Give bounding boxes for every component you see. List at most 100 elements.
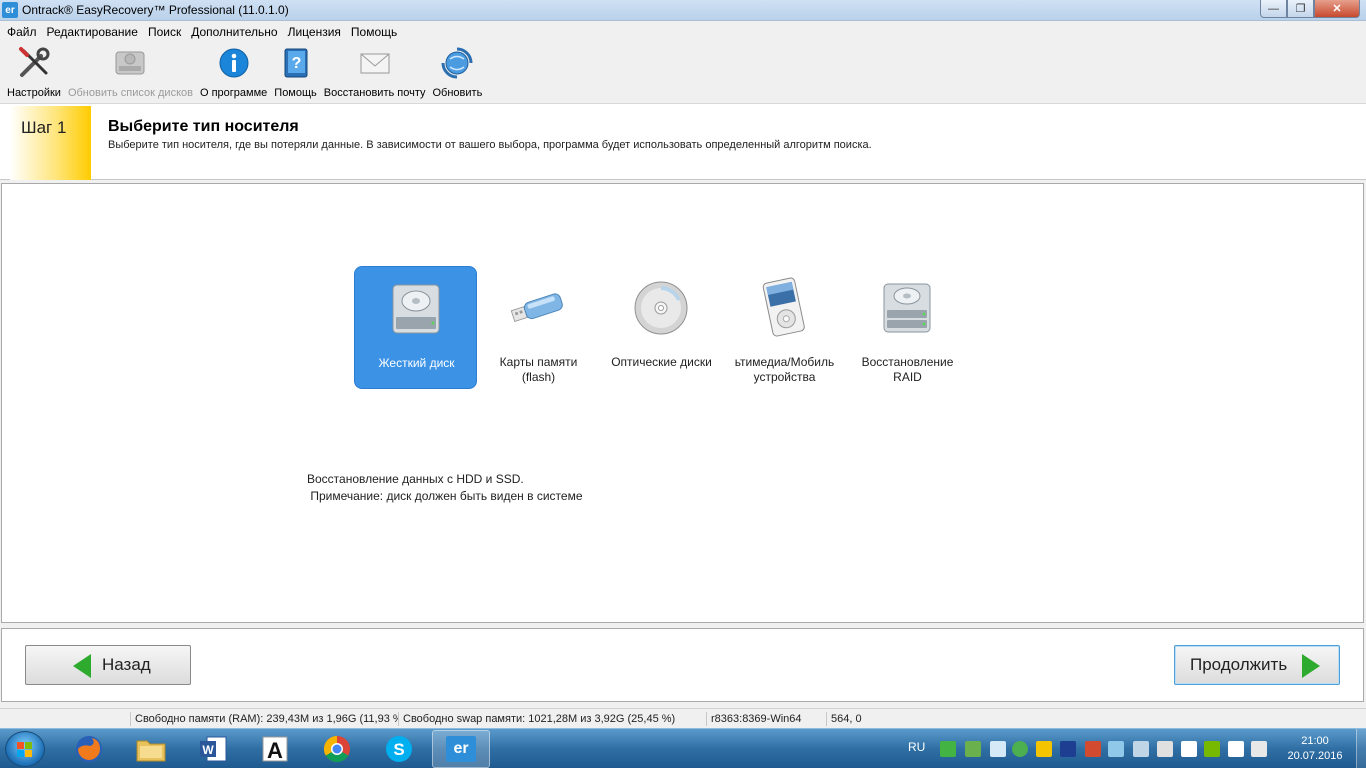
arrow-right-icon bbox=[1302, 654, 1320, 678]
continue-label: Продолжить bbox=[1190, 655, 1288, 674]
help-label: Помощь bbox=[274, 87, 317, 99]
close-button[interactable]: ✕ bbox=[1314, 0, 1360, 18]
media-player-icon bbox=[754, 277, 814, 338]
status-coords: 564, 0 bbox=[826, 712, 946, 726]
menu-search[interactable]: Поиск bbox=[143, 25, 186, 39]
toolbar: Настройки Обновить список дисков О прогр… bbox=[0, 42, 1366, 104]
taskbar-explorer[interactable] bbox=[122, 730, 180, 768]
taskbar-chrome[interactable] bbox=[308, 730, 366, 768]
menu-edit[interactable]: Редактирование bbox=[42, 25, 143, 39]
media-option-label: Восстановление RAID bbox=[861, 355, 954, 384]
media-option-raid[interactable]: Восстановление RAID bbox=[846, 266, 969, 389]
easyrecovery-icon: er bbox=[446, 736, 476, 762]
taskbar-firefox[interactable] bbox=[60, 730, 118, 768]
about-label: О программе bbox=[199, 87, 268, 99]
media-option-label: Оптические диски bbox=[611, 355, 712, 369]
taskbar-font-app[interactable]: A bbox=[246, 730, 304, 768]
menu-help[interactable]: Помощь bbox=[346, 25, 402, 39]
menu-bar: Файл Редактирование Поиск Дополнительно … bbox=[0, 21, 1366, 42]
back-label: Назад bbox=[102, 655, 151, 674]
taskbar: W A S er RU 21:00 20.07.2016 bbox=[0, 728, 1366, 768]
settings-label: Настройки bbox=[7, 87, 61, 99]
step-badge: Шаг 1 bbox=[10, 106, 91, 180]
minimize-button[interactable]: — bbox=[1260, 0, 1287, 18]
navigation-area: Назад Продолжить bbox=[1, 628, 1364, 702]
warning-tray-icon[interactable] bbox=[1036, 741, 1052, 757]
language-indicator[interactable]: RU bbox=[908, 740, 925, 754]
media-selection-panel: Жесткий диск Карты памяти (flash) Оптиче… bbox=[1, 183, 1364, 623]
step-description: Выберите тип носителя, где вы потеряли д… bbox=[108, 139, 872, 151]
app-tray-icon[interactable] bbox=[965, 741, 981, 757]
envelope-icon bbox=[358, 46, 392, 80]
media-description-line1: Восстановление данных с HDD и SSD. bbox=[307, 472, 524, 486]
settings-button[interactable]: Настройки bbox=[4, 42, 64, 103]
media-option-multimedia[interactable]: ьтимедиа/Мобиль устройства bbox=[723, 266, 846, 389]
monitor-tray-icon[interactable] bbox=[1181, 741, 1197, 757]
media-option-optical[interactable]: Оптические диски bbox=[600, 266, 723, 389]
help-button[interactable]: ? Помощь bbox=[271, 42, 320, 103]
menu-file[interactable]: Файл bbox=[2, 25, 42, 39]
update-label: Обновить bbox=[432, 87, 483, 99]
restore-mail-button[interactable]: Восстановить почту bbox=[321, 42, 429, 103]
media-option-flash[interactable]: Карты памяти (flash) bbox=[477, 266, 600, 389]
step-number: Шаг 1 bbox=[21, 118, 67, 137]
font-a-icon: A bbox=[262, 736, 288, 763]
taskbar-word[interactable]: W bbox=[184, 730, 242, 768]
status-ram: Свободно памяти (RAM): 239,43M из 1,96G … bbox=[130, 712, 398, 726]
maximize-button[interactable]: ❐ bbox=[1287, 0, 1314, 18]
info-icon bbox=[217, 46, 251, 80]
window-title: Ontrack® EasyRecovery™ Professional (11.… bbox=[22, 3, 289, 17]
clock-date: 20.07.2016 bbox=[1287, 750, 1343, 762]
media-option-label: ьтимедиа/Мобиль устройства bbox=[734, 355, 835, 384]
windows-logo-icon bbox=[17, 742, 33, 758]
refresh-drives-icon bbox=[113, 46, 147, 80]
raid-disk-icon bbox=[877, 278, 937, 338]
restore-mail-label: Восстановить почту bbox=[323, 87, 426, 99]
svg-text:A: A bbox=[267, 738, 283, 763]
svg-text:?: ? bbox=[291, 55, 301, 72]
media-description-line2: Примечание: диск должен быть виден в сис… bbox=[307, 489, 583, 503]
leaf-tray-icon[interactable] bbox=[1012, 741, 1028, 757]
status-build: r8363:8369-Win64 bbox=[706, 712, 826, 726]
taskbar-skype[interactable]: S bbox=[370, 730, 428, 768]
media-option-label: Карты памяти (flash) bbox=[499, 355, 578, 384]
title-bar: er Ontrack® EasyRecovery™ Professional (… bbox=[0, 0, 1366, 21]
show-desktop-button[interactable] bbox=[1356, 729, 1366, 768]
skype-icon: S bbox=[386, 736, 412, 762]
device-tray-icon[interactable] bbox=[1133, 741, 1149, 757]
about-button[interactable]: О программе bbox=[197, 42, 270, 103]
update-button[interactable]: Обновить bbox=[430, 42, 486, 103]
svg-text:W: W bbox=[202, 743, 214, 757]
update-globe-icon bbox=[440, 46, 474, 80]
settings-tray-icon[interactable] bbox=[1157, 741, 1173, 757]
speaker-muted-tray-icon[interactable] bbox=[1085, 741, 1101, 757]
menu-advanced[interactable]: Дополнительно bbox=[186, 25, 282, 39]
menu-license[interactable]: Лицензия bbox=[283, 25, 346, 39]
nvidia-tray-icon[interactable] bbox=[1204, 741, 1220, 757]
network-tray-icon[interactable] bbox=[1108, 741, 1124, 757]
download-tray-icon[interactable] bbox=[940, 741, 956, 757]
status-swap: Свободно swap памяти: 1021,28M из 3,92G … bbox=[398, 712, 706, 726]
sync-tray-icon[interactable] bbox=[990, 741, 1006, 757]
clock[interactable]: 21:00 20.07.2016 bbox=[1285, 734, 1345, 764]
word-icon: W bbox=[200, 736, 227, 762]
back-button[interactable]: Назад bbox=[25, 645, 191, 685]
help-book-icon: ? bbox=[279, 46, 313, 80]
hard-disk-icon bbox=[386, 279, 446, 339]
optical-disc-icon bbox=[631, 278, 691, 338]
firefox-icon bbox=[76, 736, 102, 762]
keyboard-layout-tray-icon[interactable] bbox=[1060, 741, 1076, 757]
start-button[interactable] bbox=[5, 731, 45, 767]
media-option-label: Жесткий диск bbox=[378, 356, 455, 370]
continue-button[interactable]: Продолжить bbox=[1174, 645, 1340, 685]
flag-tray-icon[interactable] bbox=[1228, 741, 1244, 757]
explorer-folder-icon bbox=[136, 740, 166, 762]
step-title: Выберите тип носителя bbox=[108, 118, 299, 135]
taskbar-easyrecovery[interactable]: er bbox=[432, 730, 490, 768]
media-description: Восстановление данных с HDD и SSD. Приме… bbox=[307, 471, 583, 505]
volume-tray-icon[interactable] bbox=[1251, 741, 1267, 757]
app-icon: er bbox=[2, 2, 18, 18]
media-option-hard-disk[interactable]: Жесткий диск bbox=[354, 266, 477, 389]
arrow-left-icon bbox=[73, 654, 91, 678]
refresh-drives-button[interactable]: Обновить список дисков bbox=[65, 42, 196, 103]
